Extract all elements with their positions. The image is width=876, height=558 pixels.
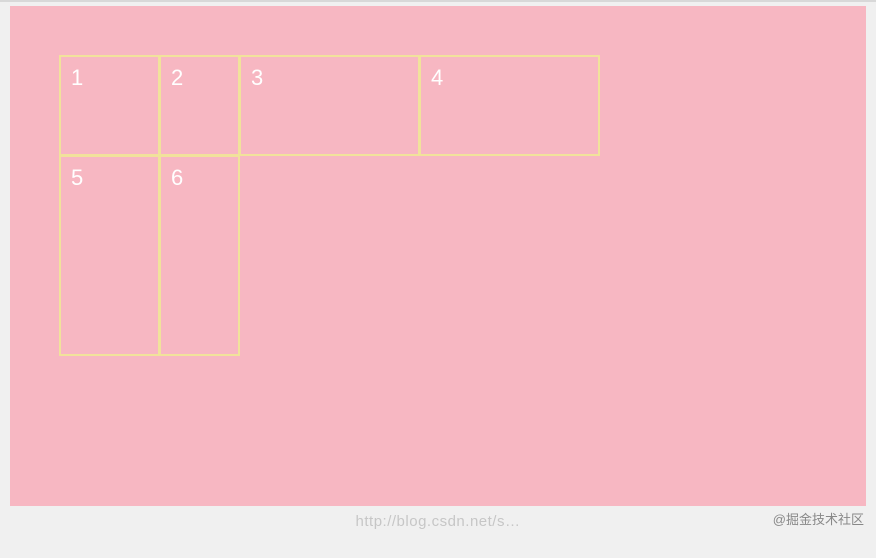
cell-6: 6 — [159, 155, 240, 356]
grid-container: 1 2 3 4 5 6 — [60, 56, 866, 356]
cell-3: 3 — [239, 55, 420, 156]
cell-1: 1 — [59, 55, 160, 156]
page-top-border — [0, 0, 876, 2]
cell-5: 5 — [59, 155, 160, 356]
cell-2: 2 — [159, 55, 240, 156]
cell-4: 4 — [419, 55, 600, 156]
grid-canvas: 1 2 3 4 5 6 — [10, 6, 866, 506]
watermark-attribution: @掘金技术社区 — [773, 509, 864, 528]
watermark-url: http://blog.csdn.net/s… — [356, 513, 521, 530]
